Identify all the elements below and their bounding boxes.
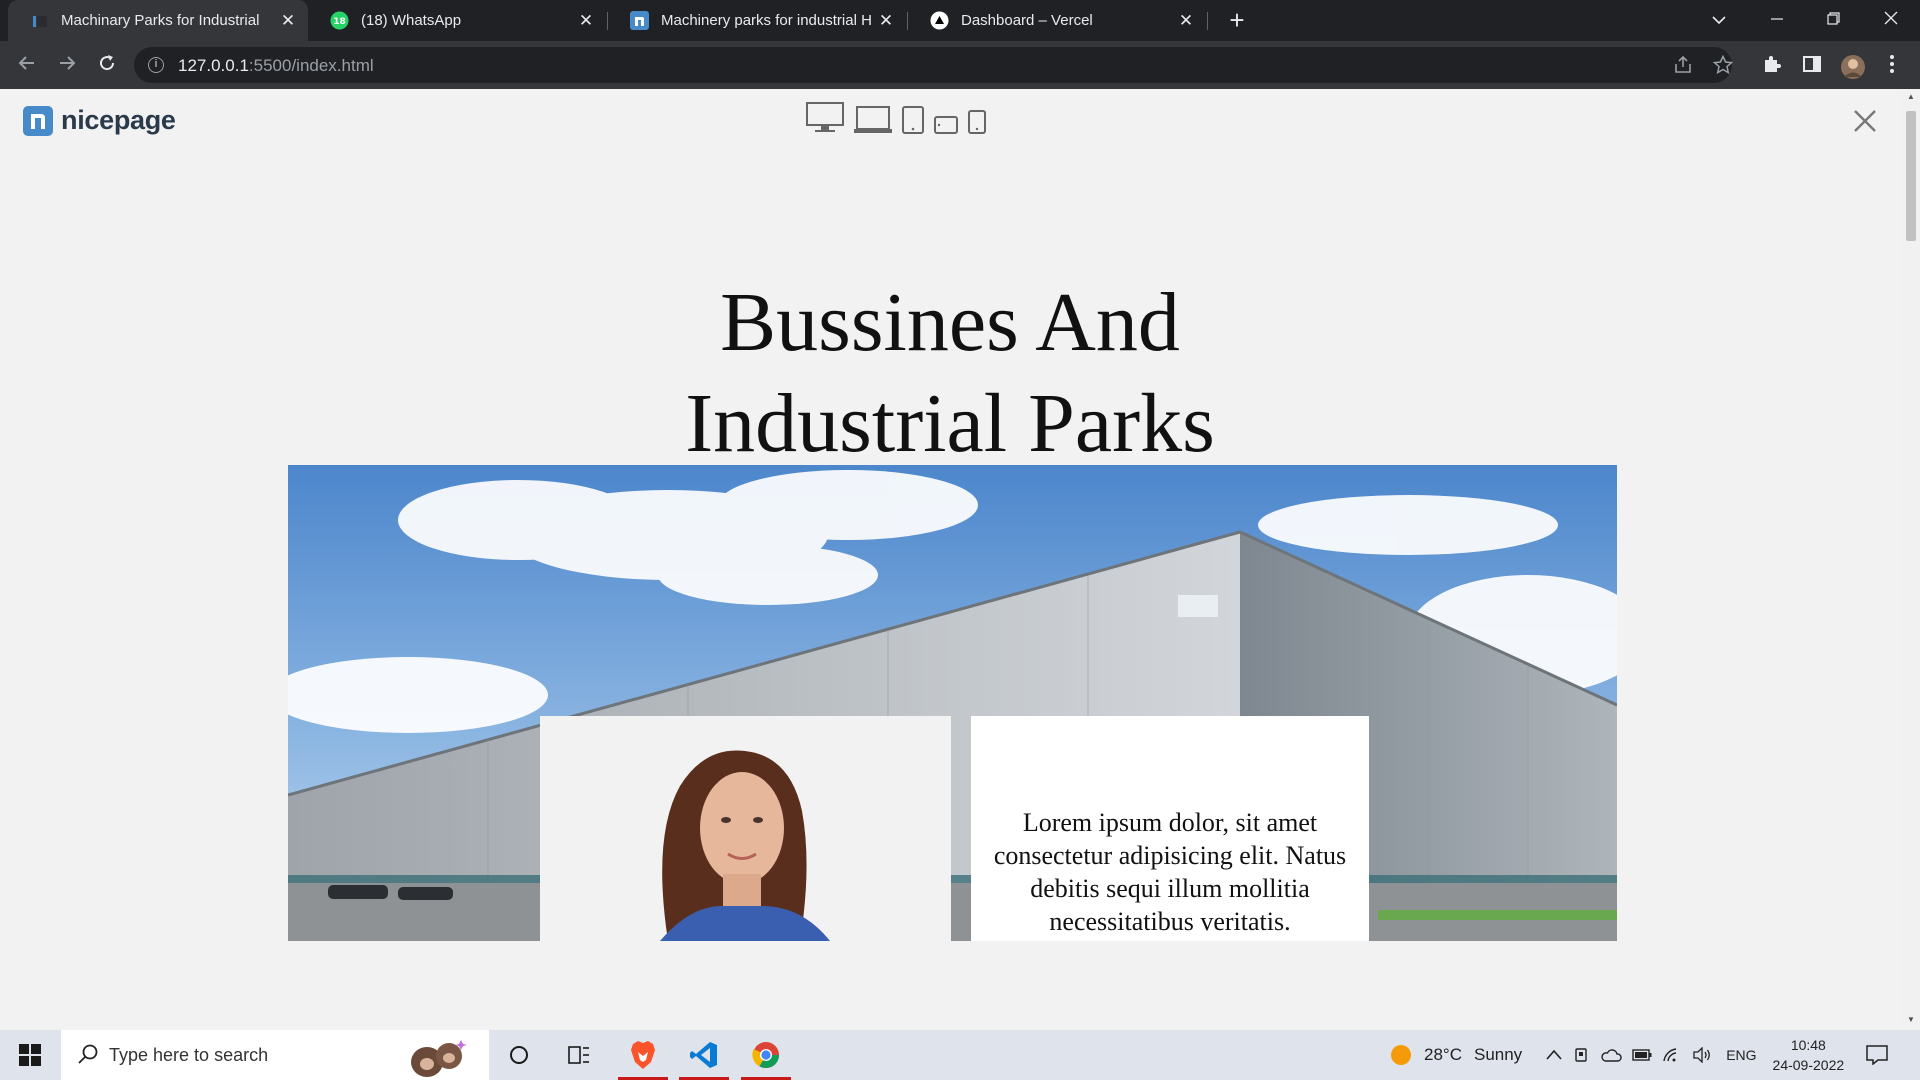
close-tab-icon[interactable]: ✕ <box>1172 11 1200 31</box>
windows-taskbar: Type here to search 28°C Sunny ENG 10:48… <box>0 1030 1920 1080</box>
sun-weather-icon <box>1391 1045 1411 1065</box>
clock[interactable]: 10:48 24-09-2022 <box>1773 1035 1845 1075</box>
side-panel-icon[interactable] <box>1800 54 1824 78</box>
vercel-icon <box>930 11 949 30</box>
tab-machinery-parks-html[interactable]: Machinery parks for industrial HTML ✕ <box>608 0 906 41</box>
desktop-icon[interactable] <box>806 102 844 139</box>
tab-machinary-parks[interactable]: Machinary Parks for Industrial ✕ <box>8 0 308 41</box>
input-language[interactable]: ENG <box>1726 1047 1756 1063</box>
nicepage-icon <box>30 11 49 30</box>
weather-description[interactable]: Sunny <box>1474 1045 1522 1065</box>
new-tab-button[interactable]: + <box>1222 6 1252 36</box>
tab-search-chevron-icon[interactable] <box>1690 0 1747 41</box>
close-window-button[interactable] <box>1862 0 1919 41</box>
browser-menu-icon[interactable] <box>1880 54 1904 78</box>
close-tab-icon[interactable]: ✕ <box>274 11 302 31</box>
minimize-button[interactable] <box>1748 0 1805 41</box>
scroll-up-arrow-icon[interactable]: ▲ <box>1906 92 1916 101</box>
tab-title: Machinery parks for industrial HTML <box>661 12 872 29</box>
profile-photo-card <box>540 716 951 941</box>
nicepage-logo-text: nicepage <box>61 105 176 135</box>
taskbar-search-box[interactable]: Type here to search <box>61 1030 489 1080</box>
onedrive-cloud-icon[interactable] <box>1600 1048 1622 1062</box>
weather-temperature[interactable]: 28°C <box>1424 1045 1462 1065</box>
task-view-icon[interactable] <box>550 1030 608 1080</box>
scroll-down-arrow-icon[interactable]: ▼ <box>1906 1015 1916 1024</box>
device-preview-switcher <box>806 102 986 139</box>
browser-toolbar: i 127.0.0.1:5500/index.html <box>0 41 1920 89</box>
reload-icon[interactable] <box>92 50 122 80</box>
share-icon[interactable] <box>1672 55 1694 77</box>
wifi-icon[interactable] <box>1662 1047 1682 1063</box>
nicepage-icon <box>630 11 649 30</box>
close-tab-icon[interactable]: ✕ <box>572 11 600 31</box>
clock-date: 24-09-2022 <box>1772 1057 1845 1073</box>
forward-arrow-icon[interactable] <box>52 50 82 80</box>
whatsapp-badge-count: 18 <box>333 17 346 27</box>
woman-portrait-image <box>540 716 951 941</box>
bookmark-star-icon[interactable] <box>1712 54 1734 77</box>
clock-time: 10:48 <box>1790 1037 1826 1053</box>
search-placeholder: Type here to search <box>109 1045 269 1065</box>
vscode-icon[interactable] <box>675 1030 733 1080</box>
text-card: Lorem ipsum dolor, sit amet consectetur … <box>971 716 1369 941</box>
tab-title: Machinary Parks for Industrial <box>61 12 260 29</box>
scrollbar-thumb[interactable] <box>1906 111 1916 241</box>
battery-icon[interactable] <box>1632 1049 1652 1061</box>
nicepage-logo[interactable]: nicepage <box>23 105 176 136</box>
tab-title: (18) WhatsApp <box>361 12 462 29</box>
nicepage-logo-mark-icon <box>23 105 53 136</box>
notification-center-icon[interactable] <box>1866 1045 1888 1065</box>
windows-start-button[interactable] <box>0 1030 60 1080</box>
profile-avatar[interactable] <box>1840 54 1865 79</box>
tab-separator <box>1207 12 1208 30</box>
extensions-puzzle-icon[interactable] <box>1760 54 1784 78</box>
windows-logo-icon <box>19 1044 41 1066</box>
site-info-icon[interactable]: i <box>148 57 164 73</box>
brave-browser-icon[interactable] <box>614 1030 672 1080</box>
back-arrow-icon[interactable] <box>12 50 42 80</box>
tab-vercel-dashboard[interactable]: Dashboard – Vercel ✕ <box>908 0 1206 41</box>
tab-whatsapp[interactable]: 18 (18) WhatsApp ✕ <box>308 0 606 41</box>
card-paragraph: Lorem ipsum dolor, sit amet consectetur … <box>993 808 1347 936</box>
restore-button[interactable] <box>1805 0 1862 41</box>
hero-title: Bussines And Industrial Parks <box>560 272 1340 474</box>
page-viewport: nicepage Bussines And Industrial Parks L… <box>0 89 1902 1030</box>
chevron-up-icon[interactable] <box>1546 1049 1562 1061</box>
hero-title-line-1: Bussines And <box>720 276 1180 369</box>
search-highlight-gorilla-icon <box>411 1040 467 1077</box>
hero-warehouse-image <box>288 465 1617 941</box>
browser-tab-strip: Machinary Parks for Industrial ✕ 18 (18)… <box>0 0 1920 41</box>
address-bar[interactable]: i 127.0.0.1:5500/index.html <box>134 47 1734 83</box>
hero-title-line-2: Industrial Parks <box>685 377 1215 470</box>
phone-icon[interactable] <box>968 110 986 139</box>
close-tab-icon[interactable]: ✕ <box>872 11 900 31</box>
chrome-icon[interactable] <box>737 1030 795 1080</box>
search-icon <box>78 1044 98 1064</box>
system-tray: 28°C Sunny ENG 10:48 24-09-2022 <box>1390 1030 1888 1080</box>
url-path: :5500/index.html <box>248 56 374 75</box>
tab-title: Dashboard – Vercel <box>961 12 1093 29</box>
speaker-volume-icon[interactable] <box>1692 1047 1712 1063</box>
whatsapp-icon: 18 <box>330 11 349 30</box>
close-preview-icon[interactable] <box>1850 109 1880 139</box>
cortana-circle-icon[interactable] <box>490 1030 548 1080</box>
laptop-icon[interactable] <box>854 106 892 139</box>
tablet-icon[interactable] <box>902 106 924 139</box>
meet-now-icon[interactable] <box>1574 1046 1590 1064</box>
url-text[interactable]: 127.0.0.1:5500/index.html <box>178 56 374 76</box>
tablet-landscape-icon[interactable] <box>934 116 958 139</box>
url-host: 127.0.0.1 <box>178 56 249 75</box>
page-scrollbar[interactable]: ▲ ▼ <box>1902 89 1920 1030</box>
